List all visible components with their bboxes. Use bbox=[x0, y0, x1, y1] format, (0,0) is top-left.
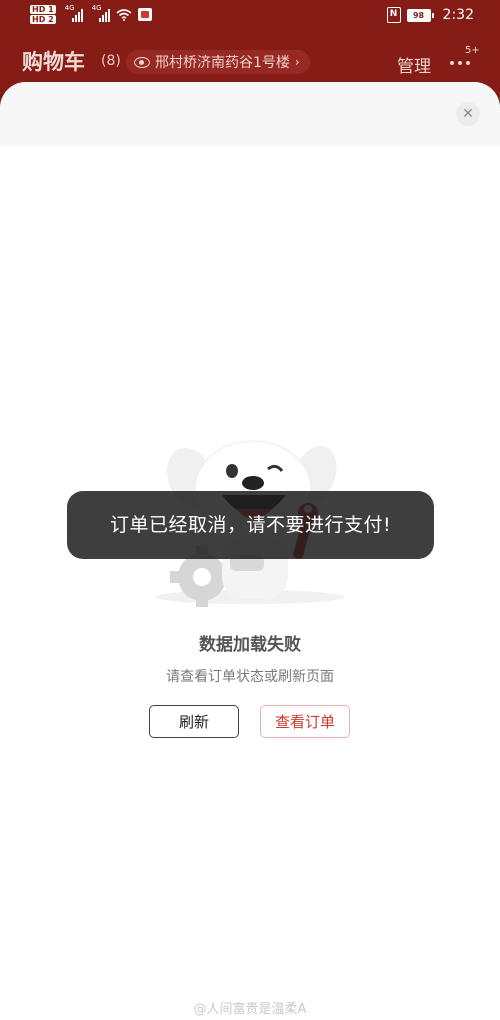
more-badge: 5+ bbox=[465, 45, 480, 56]
view-order-button[interactable]: 查看订单 bbox=[260, 705, 350, 738]
sheet-header bbox=[0, 82, 500, 146]
signal-icon-2: 4G bbox=[92, 4, 110, 22]
nfc-icon: N bbox=[386, 7, 401, 23]
hd-indicator: HD 1 HD 2 bbox=[30, 5, 56, 24]
address-selector[interactable]: 邢村桥济南药谷1号楼 › bbox=[126, 50, 310, 74]
address-label: 邢村桥济南药谷1号楼 bbox=[155, 55, 290, 71]
manage-button[interactable]: 管理 bbox=[397, 52, 431, 77]
eye-icon bbox=[134, 56, 150, 68]
chevron-right-icon: › bbox=[294, 55, 300, 69]
network2-label: 4G bbox=[91, 3, 102, 12]
close-icon[interactable]: ✕ bbox=[456, 102, 480, 126]
page-title: 购物车 bbox=[22, 50, 85, 74]
hd1-label: HD 1 bbox=[30, 5, 56, 14]
toast-message: 订单已经取消，请不要进行支付! bbox=[67, 491, 434, 559]
notification-app-icon bbox=[137, 8, 152, 21]
cart-count: (8) bbox=[101, 53, 121, 69]
bottom-sheet: ✕ 订单已经取消，请不要进行支付! 数据加载失败 请查看订单状态或刷新页面 刷新… bbox=[0, 82, 500, 1020]
signal-icon: 4G bbox=[65, 4, 83, 22]
more-menu-button[interactable]: 5+ bbox=[448, 45, 480, 72]
error-subtitle: 请查看订单状态或刷新页面 bbox=[166, 669, 334, 685]
hd2-label: HD 2 bbox=[30, 15, 56, 24]
network1-label: 4G bbox=[64, 3, 75, 12]
more-dots-icon bbox=[450, 61, 470, 65]
error-title: 数据加载失败 bbox=[199, 635, 301, 655]
wifi-icon bbox=[116, 8, 132, 21]
clock: 2:32 bbox=[442, 7, 474, 23]
watermark: @人间富贵是温柔A bbox=[193, 1002, 307, 1017]
battery-icon: 98 bbox=[406, 8, 434, 22]
status-bar: HD 1 HD 2 4G 4G N 98 2:32 bbox=[0, 0, 500, 34]
refresh-button[interactable]: 刷新 bbox=[149, 705, 239, 738]
